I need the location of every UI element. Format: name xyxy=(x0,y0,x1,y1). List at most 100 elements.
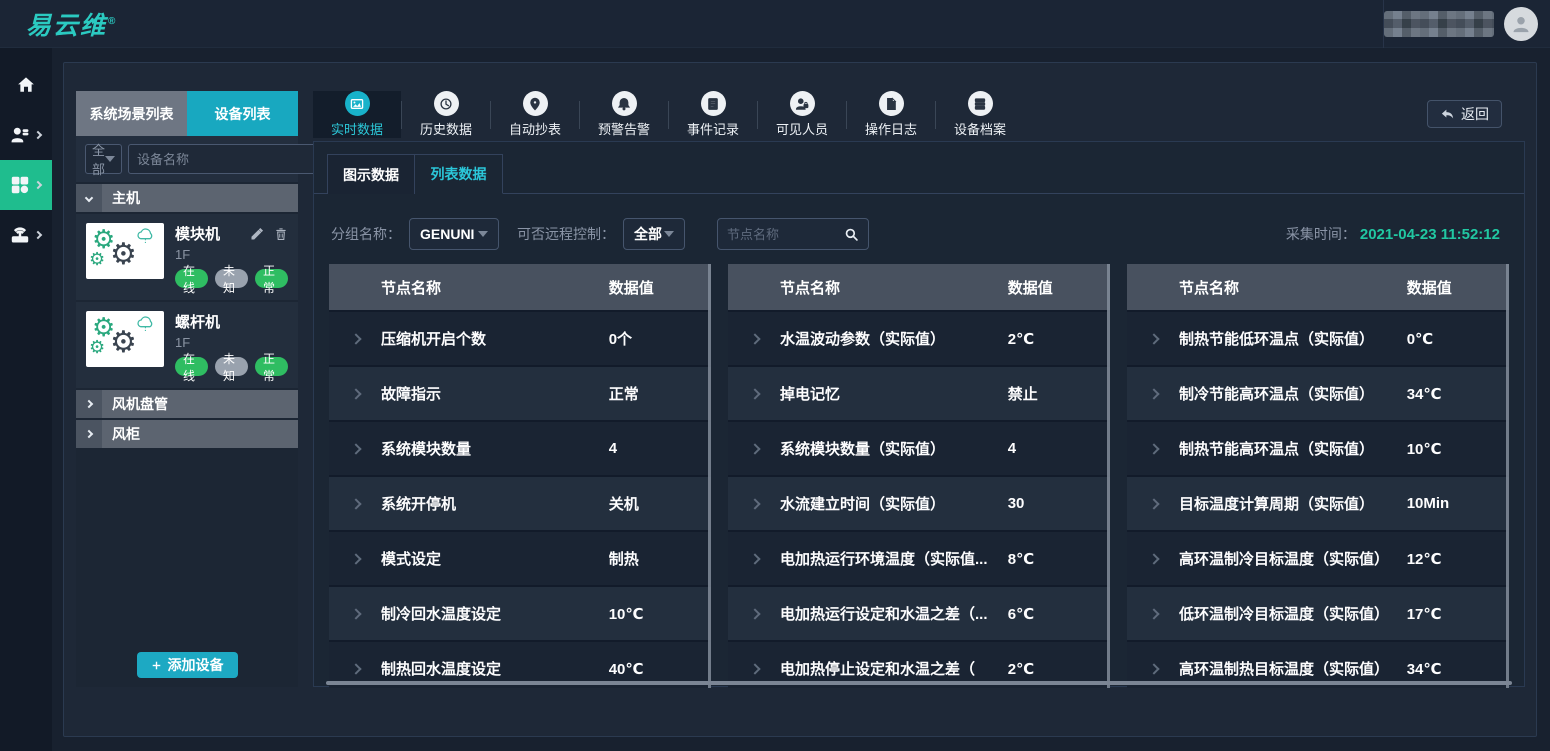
subtab-1[interactable]: 列表数据 xyxy=(415,154,503,194)
table-row[interactable]: 低环温制冷目标温度（实际值）17℃ xyxy=(1127,587,1509,642)
table-row[interactable]: 电加热运行环境温度（实际值...8℃ xyxy=(728,532,1110,587)
table-row[interactable]: 目标温度计算周期（实际值）10Min xyxy=(1127,477,1509,532)
status-badge: 在线 xyxy=(175,269,208,288)
expand-chevron-icon xyxy=(350,663,361,674)
table-row[interactable]: 制热节能高环温点（实际值）10℃ xyxy=(1127,422,1509,477)
expand-chevron-icon xyxy=(1148,663,1159,674)
node-value: 34℃ xyxy=(1407,660,1509,678)
nav-item-device-management[interactable] xyxy=(0,160,52,210)
device-floor: 1F xyxy=(175,247,288,262)
toolbar-tab-2[interactable]: 自动抄表 xyxy=(491,91,579,138)
horizontal-scrollbar[interactable] xyxy=(326,681,1512,685)
table-row[interactable]: 掉电记忆禁止 xyxy=(728,367,1110,422)
table-header: 节点名称数据值 xyxy=(1127,264,1509,312)
collect-time-value: 2021-04-23 11:52:12 xyxy=(1360,226,1500,243)
table-row[interactable]: 高环温制冷目标温度（实际值）12℃ xyxy=(1127,532,1509,587)
toolbar-tab-label: 事件记录 xyxy=(687,119,739,138)
caret-down-icon xyxy=(664,231,674,237)
toolbar-tab-label: 可见人员 xyxy=(776,119,828,138)
node-value: 17℃ xyxy=(1407,605,1509,623)
chevron-right-icon xyxy=(76,420,102,448)
group-label: 风柜 xyxy=(112,424,140,444)
device-card[interactable]: ⚙⚙⚙模块机1F在线未知正常 xyxy=(76,214,298,300)
edit-device-icon[interactable] xyxy=(250,227,264,241)
vertical-scrollbar[interactable] xyxy=(1107,264,1110,688)
column-header-node-name: 节点名称 xyxy=(381,277,609,298)
device-panel-tabs: 系统场景列表设备列表 xyxy=(76,91,298,136)
expand-chevron-icon xyxy=(1148,553,1159,564)
toolbar-tab-6[interactable]: 操作日志 xyxy=(847,91,935,138)
expand-chevron-icon xyxy=(350,388,361,399)
add-device-button[interactable]: 添加设备 xyxy=(137,652,238,678)
node-value: 34℃ xyxy=(1407,385,1509,403)
table-row[interactable]: 制热节能低环温点（实际值）0℃ xyxy=(1127,312,1509,367)
status-badge: 正常 xyxy=(255,269,288,288)
filter-row: 分组名称： GENUNI 可否远程控制： 全部 采集时间： xyxy=(314,217,1524,251)
alarm-bell-icon xyxy=(612,91,637,116)
expand-chevron-icon xyxy=(1148,333,1159,344)
table-row[interactable]: 水温波动参数（实际值）2℃ xyxy=(728,312,1110,367)
table-row[interactable]: 系统开停机关机 xyxy=(329,477,711,532)
device-search-input[interactable] xyxy=(137,152,313,167)
toolbar-tab-7[interactable]: 设备档案 xyxy=(936,91,1024,138)
nav-item-home[interactable] xyxy=(0,60,52,110)
table-row[interactable]: 系统模块数量4 xyxy=(329,422,711,477)
table-row[interactable]: 制冷回水温度设定10℃ xyxy=(329,587,711,642)
remote-control-select[interactable]: 全部 xyxy=(623,218,685,250)
toolbar-tab-5[interactable]: 可见人员 xyxy=(758,91,846,138)
toolbar-tab-1[interactable]: 历史数据 xyxy=(402,91,490,138)
device-panel-tab-1[interactable]: 设备列表 xyxy=(187,91,298,136)
table-row[interactable]: 制冷节能高环温点（实际值）34℃ xyxy=(1127,367,1509,422)
table-row[interactable]: 故障指示正常 xyxy=(329,367,711,422)
toolbar-tabs: 实时数据历史数据自动抄表预警告警事件记录 可见人员操作日志设备档案 xyxy=(313,91,1526,138)
back-button[interactable]: 返回 xyxy=(1427,100,1502,128)
remote-control-value: 全部 xyxy=(634,224,662,244)
table-row[interactable]: 电加热运行设定和水温之差（...6℃ xyxy=(728,587,1110,642)
device-panel-tab-0[interactable]: 系统场景列表 xyxy=(76,91,187,136)
caret-down-icon xyxy=(105,156,115,162)
data-table-2: 节点名称数据值水温波动参数（实际值）2℃掉电记忆禁止系统模块数量（实际值）4水流… xyxy=(728,264,1110,688)
table-row[interactable]: 模式设定制热 xyxy=(329,532,711,587)
node-value: 8℃ xyxy=(1008,550,1110,568)
node-value: 0℃ xyxy=(1407,330,1509,348)
vertical-scrollbar[interactable] xyxy=(708,264,711,688)
device-group-header-1[interactable]: 风机盘管 xyxy=(76,390,298,418)
device-group-header-0[interactable]: 主机 xyxy=(76,184,298,212)
subtab-0[interactable]: 图示数据 xyxy=(327,154,415,194)
toolbar-tab-label: 历史数据 xyxy=(420,119,472,138)
operation-log-icon xyxy=(879,91,904,116)
node-search-input[interactable] xyxy=(727,227,844,242)
node-value: 4 xyxy=(609,440,711,457)
chevron-right-icon xyxy=(34,231,42,239)
group-name-select[interactable]: GENUNI xyxy=(409,218,499,250)
toolbar-tab-3[interactable]: 预警告警 xyxy=(580,91,668,138)
node-name: 低环温制冷目标温度（实际值） xyxy=(1179,603,1407,624)
chevron-down-icon xyxy=(76,184,102,212)
toolbar-tab-4[interactable]: 事件记录 xyxy=(669,91,757,138)
table-row[interactable]: 系统模块数量（实际值）4 xyxy=(728,422,1110,477)
device-category-select[interactable]: 全部 xyxy=(85,144,122,174)
toolbar-tab-0[interactable]: 实时数据 xyxy=(313,91,401,138)
table-row[interactable]: 水流建立时间（实际值）30 xyxy=(728,477,1110,532)
registered-mark: ® xyxy=(108,16,117,27)
expand-chevron-icon xyxy=(350,443,361,454)
delete-device-icon[interactable] xyxy=(274,227,288,241)
expand-chevron-icon xyxy=(749,388,760,399)
search-icon[interactable] xyxy=(844,227,859,242)
node-name: 模式设定 xyxy=(381,548,609,569)
event-record-icon xyxy=(701,91,726,116)
node-name: 高环温制冷目标温度（实际值） xyxy=(1179,548,1407,569)
table-header: 节点名称数据值 xyxy=(329,264,711,312)
table-row[interactable]: 压缩机开启个数0个 xyxy=(329,312,711,367)
status-badge: 在线 xyxy=(175,357,208,376)
vertical-scrollbar[interactable] xyxy=(1506,264,1509,688)
node-value: 关机 xyxy=(609,493,711,514)
auto-meter-icon xyxy=(523,91,548,116)
device-group-header-2[interactable]: 风柜 xyxy=(76,420,298,448)
user-avatar[interactable] xyxy=(1504,7,1538,41)
nav-item-user-management[interactable] xyxy=(0,110,52,160)
nav-item-gateway[interactable] xyxy=(0,210,52,260)
device-card[interactable]: ⚙⚙⚙螺杆机1F在线未知正常 xyxy=(76,302,298,388)
device-group-list: 主机⚙⚙⚙模块机1F在线未知正常⚙⚙⚙螺杆机1F在线未知正常风机盘管风柜 xyxy=(76,182,298,652)
remote-control-label: 可否远程控制： xyxy=(517,224,615,244)
